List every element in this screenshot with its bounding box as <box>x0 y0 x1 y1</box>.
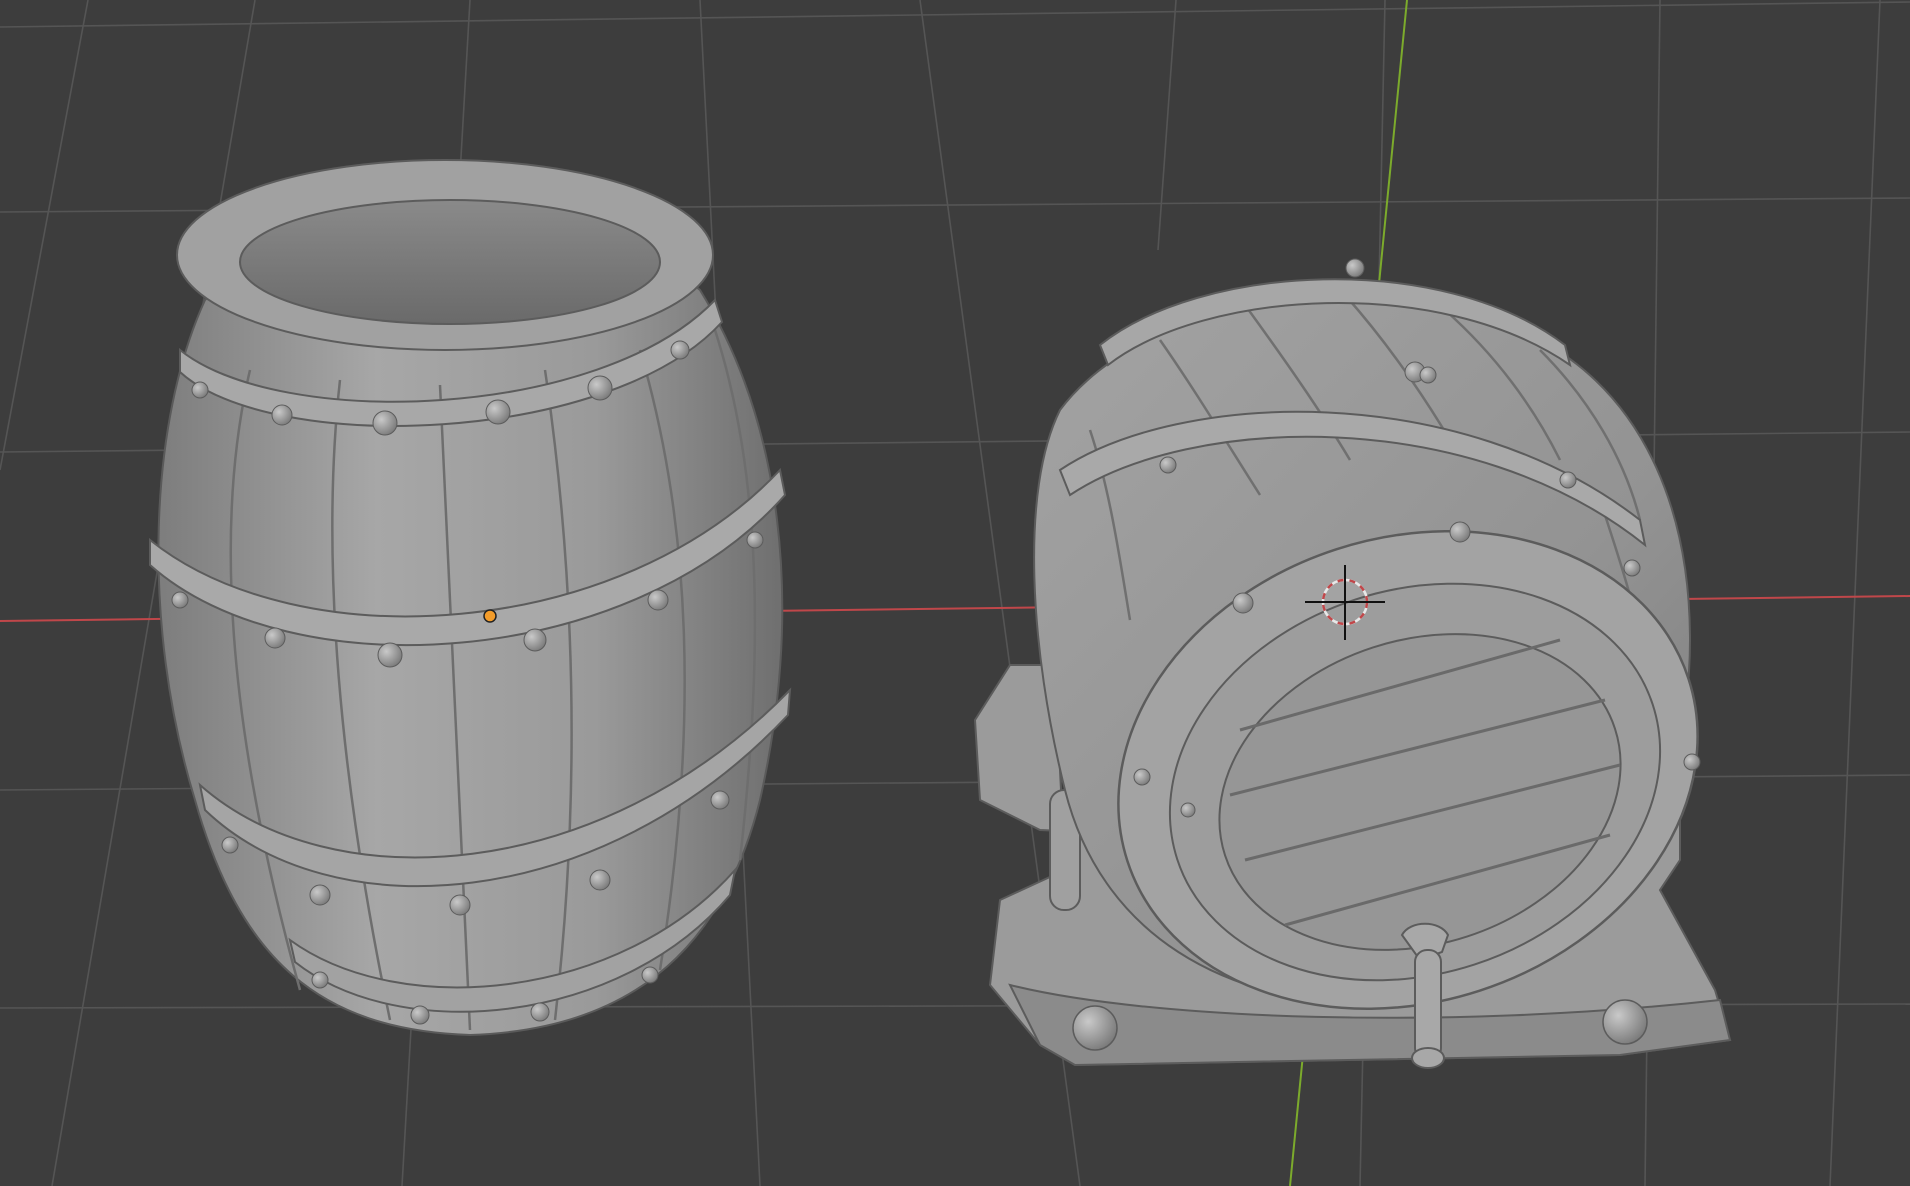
upright-barrel[interactable] <box>149 159 792 1037</box>
object-origin-dot[interactable] <box>483 609 497 623</box>
upright-barrel-opening <box>239 199 661 325</box>
3d-viewport[interactable] <box>0 0 1910 1186</box>
